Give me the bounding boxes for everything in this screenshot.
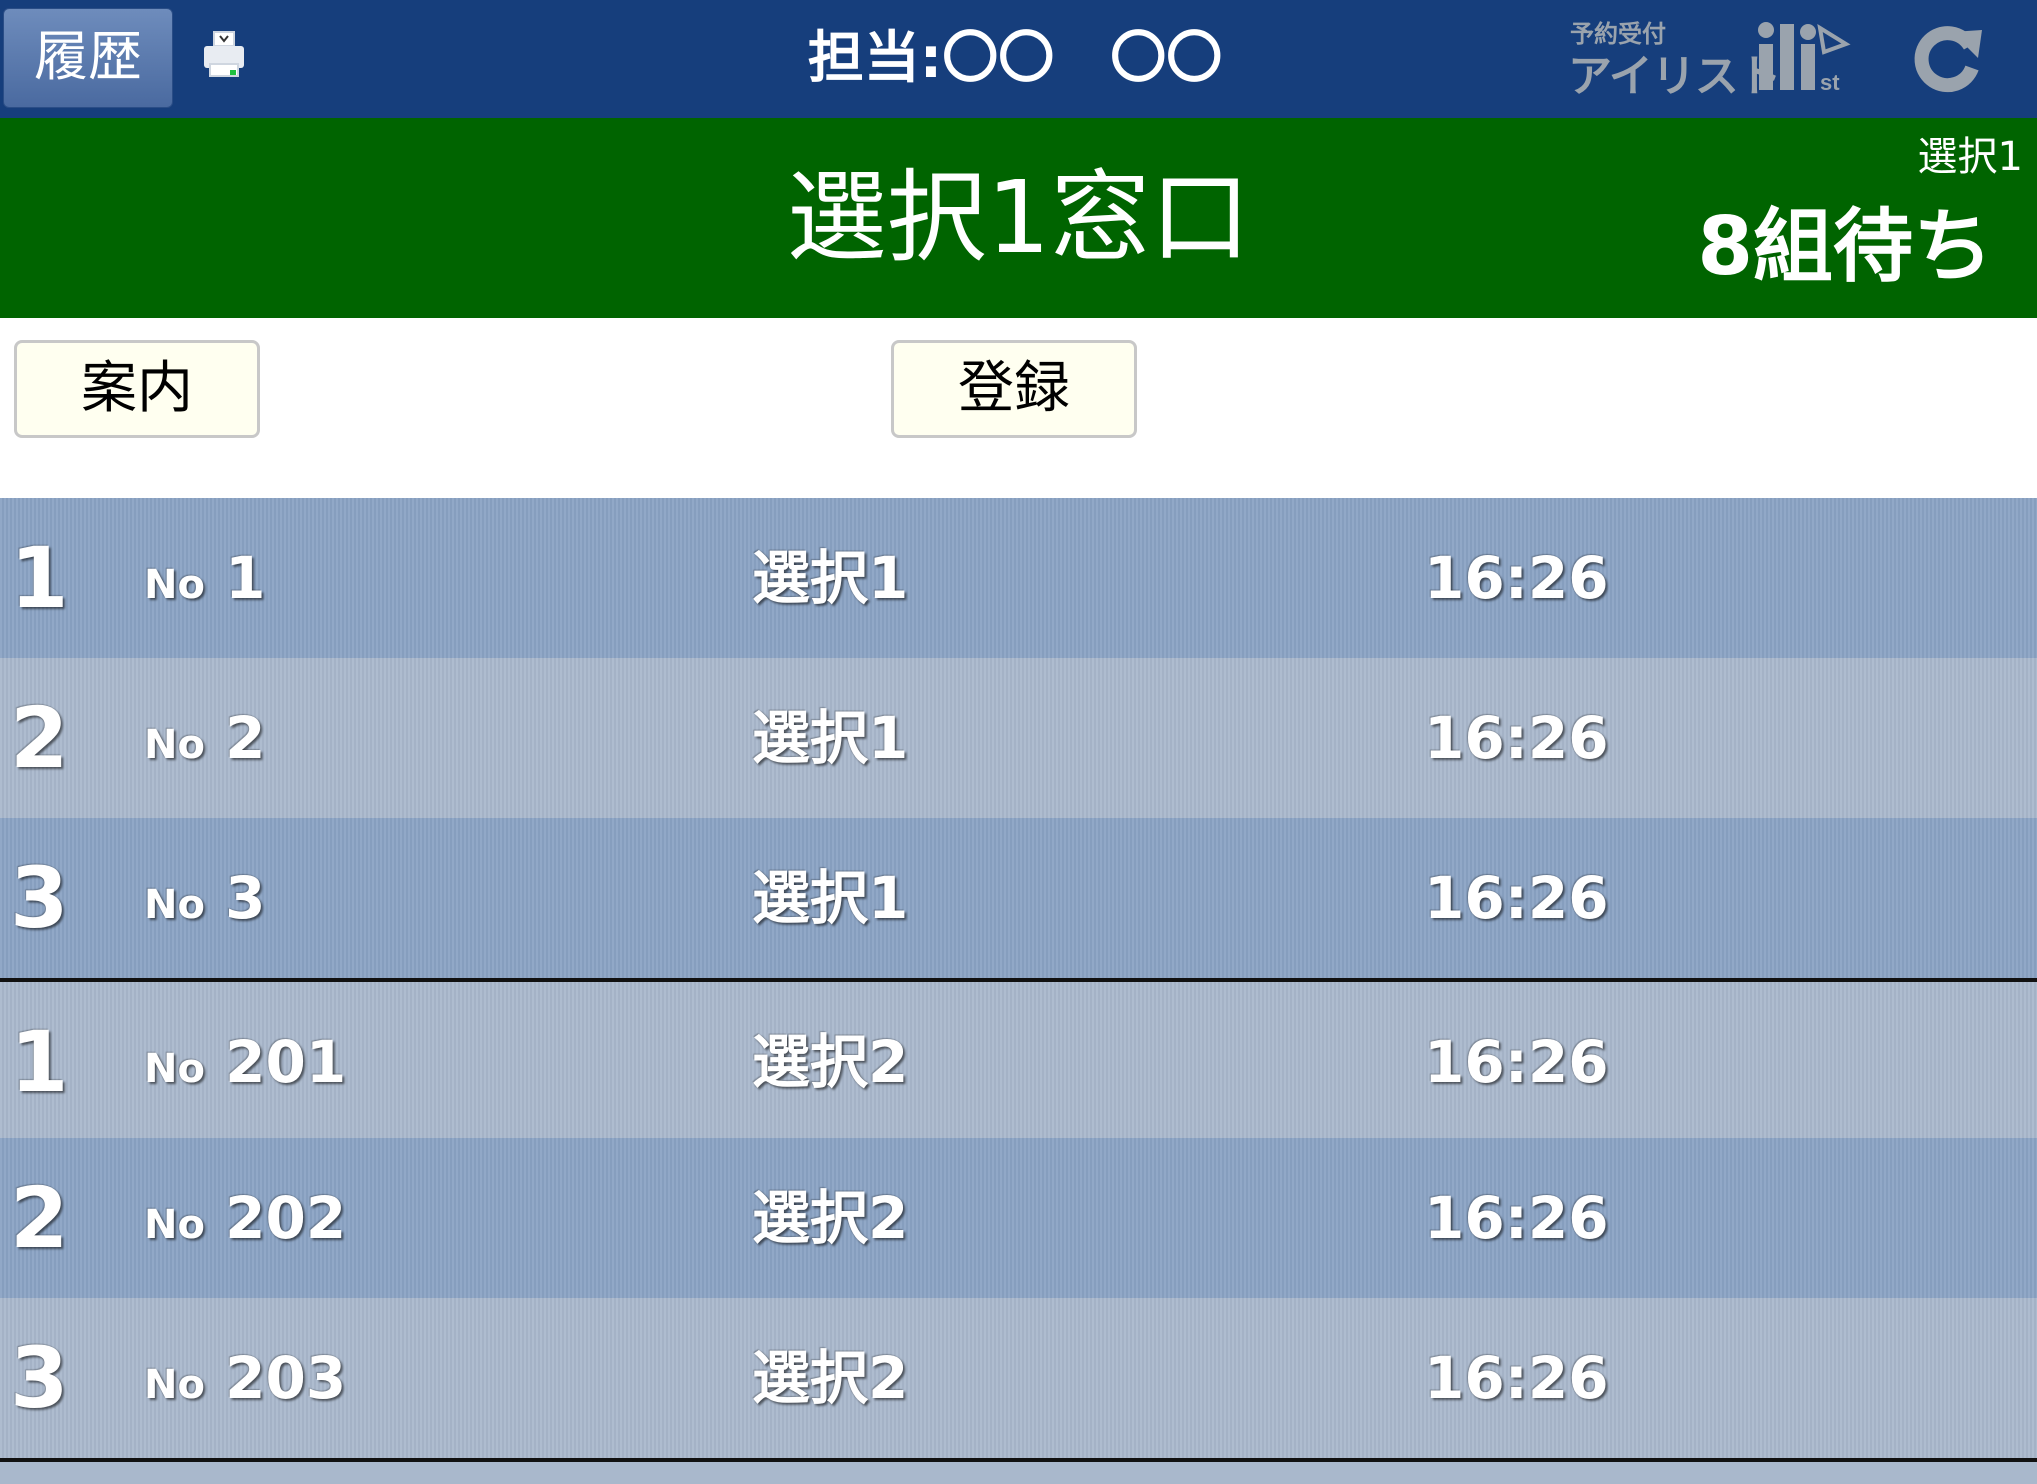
service-group: 選択2 bbox=[752, 1028, 909, 1096]
ticket-value: 201 bbox=[225, 1028, 347, 1096]
ticket-number: No 3 bbox=[144, 818, 266, 978]
ticket-value: 2 bbox=[225, 704, 266, 772]
app-root: 履歴 担当:〇〇 〇〇 予約受付 アイリスト st 選択1窓口 選択1 8組待ち… bbox=[0, 0, 2037, 1484]
svg-text:st: st bbox=[1820, 70, 1840, 95]
ticket-value: 3 bbox=[225, 864, 266, 932]
waiting-count: 8組待ち bbox=[1697, 200, 1993, 293]
ticket-number: No 2 bbox=[144, 658, 266, 818]
ticket-prefix: No bbox=[144, 1046, 205, 1092]
service-group: 選択1 bbox=[752, 544, 909, 612]
queue-position: 3 bbox=[10, 849, 69, 947]
ticket-prefix: No bbox=[144, 1202, 205, 1248]
register-button[interactable]: 登録 bbox=[891, 340, 1137, 438]
queue-row[interactable]: 3 No 203 選択2 16:26 bbox=[0, 1298, 2037, 1458]
queue-row[interactable]: 1 No 201 選択2 16:26 bbox=[0, 978, 2037, 1138]
ticket-value: 1 bbox=[225, 544, 266, 612]
app-logo: 予約受付 アイリスト st bbox=[1568, 14, 1858, 102]
service-group: 選択2 bbox=[752, 1344, 909, 1412]
service-group: 選択2 bbox=[752, 1184, 909, 1252]
queue-row[interactable]: 2 No 2 選択1 16:26 bbox=[0, 658, 2037, 818]
queue-row[interactable]: 2 No 202 選択2 16:26 bbox=[0, 1138, 2037, 1298]
top-bar: 履歴 担当:〇〇 〇〇 予約受付 アイリスト st bbox=[0, 0, 2037, 118]
logo-text: アイリスト bbox=[1568, 51, 1782, 102]
issue-time: 16:26 bbox=[1424, 704, 1609, 772]
queue-row[interactable]: 1 No 1 選択1 16:26 bbox=[0, 498, 2037, 658]
refresh-icon[interactable] bbox=[1908, 18, 1988, 98]
queue-position: 2 bbox=[10, 1169, 69, 1267]
ticket-number: No 201 bbox=[144, 982, 346, 1142]
issue-time: 16:26 bbox=[1424, 1028, 1609, 1096]
ticket-prefix: No bbox=[144, 562, 205, 608]
ticket-number: No 202 bbox=[144, 1138, 346, 1298]
ilist-logo-mark-icon: st bbox=[1758, 22, 1851, 95]
ticket-value: 202 bbox=[225, 1184, 347, 1252]
service-group: 選択1 bbox=[752, 704, 909, 772]
issue-time: 16:26 bbox=[1424, 1344, 1609, 1412]
queue-position: 3 bbox=[10, 1329, 69, 1427]
ticket-prefix: No bbox=[144, 882, 205, 928]
queue-list: 1 No 1 選択1 16:26 2 No 2 選択1 16:26 3 No 3… bbox=[0, 498, 2037, 1484]
queue-position: 1 bbox=[10, 1013, 69, 1111]
banner-sub-label: 選択1 bbox=[1917, 134, 2023, 180]
service-group: 選択1 bbox=[752, 864, 909, 932]
issue-time: 16:26 bbox=[1424, 1184, 1609, 1252]
ticket-number: No 1 bbox=[144, 498, 266, 658]
ticket-prefix: No bbox=[144, 1362, 205, 1408]
queue-row[interactable]: 3 No 3 選択1 16:26 bbox=[0, 818, 2037, 978]
ticket-number: No 203 bbox=[144, 1298, 346, 1458]
queue-position: 2 bbox=[10, 689, 69, 787]
list-bottom-divider bbox=[0, 1458, 2037, 1484]
counter-banner: 選択1窓口 選択1 8組待ち bbox=[0, 118, 2037, 318]
history-button[interactable]: 履歴 bbox=[3, 8, 173, 108]
ticket-value: 203 bbox=[225, 1344, 347, 1412]
staff-label: 担当:〇〇 〇〇 bbox=[807, 26, 1223, 91]
queue-position: 1 bbox=[10, 529, 69, 627]
printer-icon[interactable] bbox=[202, 30, 246, 78]
guide-button[interactable]: 案内 bbox=[14, 340, 260, 438]
issue-time: 16:26 bbox=[1424, 864, 1609, 932]
issue-time: 16:26 bbox=[1424, 544, 1609, 612]
ticket-prefix: No bbox=[144, 722, 205, 768]
